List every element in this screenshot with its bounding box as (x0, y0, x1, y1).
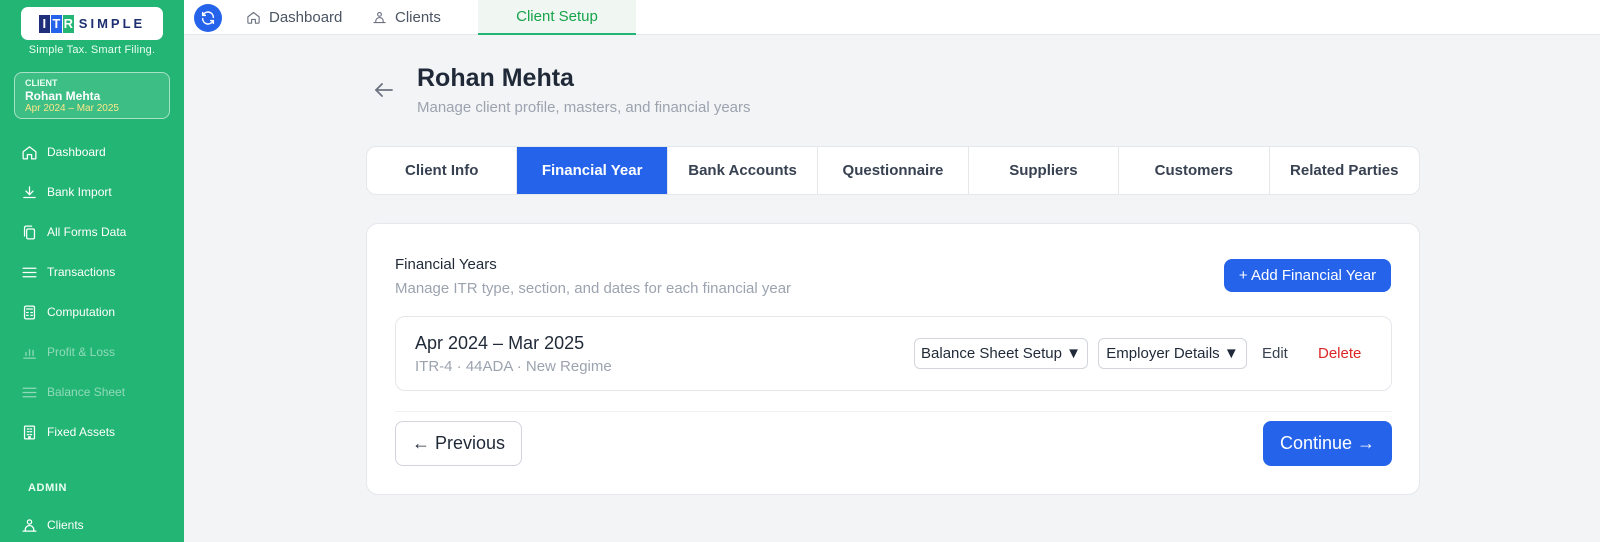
logo-letter-i: I (38, 14, 50, 33)
financial-year-row: Apr 2024 – Mar 2025 ITR-4 · 44ADA · New … (395, 316, 1392, 391)
top-tab-dashboard[interactable]: Dashboard (246, 0, 342, 35)
divider (395, 411, 1392, 412)
calculator-icon (23, 304, 36, 320)
sidebar-item-label: Balance Sheet (47, 385, 126, 399)
client-card-label: CLIENT (25, 78, 58, 88)
sidebar-item-label: Dashboard (47, 145, 106, 159)
tab-bank-accounts[interactable]: Bank Accounts (668, 147, 819, 194)
tab-suppliers[interactable]: Suppliers (969, 147, 1120, 194)
section-subtitle: Manage ITR type, section, and dates for … (395, 280, 792, 297)
sidebar-item-clients[interactable]: Clients (0, 509, 184, 541)
list-icon (22, 267, 37, 277)
tab-related-parties[interactable]: Related Parties (1270, 147, 1419, 194)
list-icon (22, 387, 37, 397)
balance-sheet-setup-dropdown[interactable]: Balance Sheet Setup ▼ (914, 338, 1088, 369)
tab-customers[interactable]: Customers (1119, 147, 1270, 194)
financial-year-period: Apr 2024 – Mar 2025 (415, 333, 585, 353)
financial-years-card: Financial Years Manage ITR type, section… (366, 223, 1420, 495)
sidebar-item-all-forms-data[interactable]: All Forms Data (0, 216, 184, 248)
brand-tagline: Simple Tax. Smart Filing. (28, 44, 156, 56)
previous-button[interactable]: ← Previous (395, 421, 522, 466)
client-card-name: Rohan Mehta (25, 89, 101, 103)
top-tab-label: Client Setup (516, 8, 598, 25)
users-icon (373, 11, 386, 24)
tab-client-info[interactable]: Client Info (367, 147, 518, 194)
sidebar: I T R SIMPLE Simple Tax. Smart Filing. C… (0, 0, 184, 542)
section-title: Financial Years (395, 256, 497, 273)
edit-button[interactable]: Edit (1262, 345, 1288, 362)
logo-letter-t: T (50, 14, 62, 33)
client-card-period: Apr 2024 – Mar 2025 (25, 103, 119, 114)
refresh-icon (201, 11, 215, 25)
client-card[interactable]: CLIENT Rohan Mehta Apr 2024 – Mar 2025 (14, 72, 170, 119)
tab-questionnaire[interactable]: Questionnaire (818, 147, 969, 194)
chart-icon (23, 348, 36, 359)
back-button[interactable] (372, 78, 396, 102)
top-tab-client-setup[interactable]: Client Setup (478, 0, 636, 35)
sidebar-item-transactions[interactable]: Transactions (0, 256, 184, 288)
sidebar-item-profit-loss[interactable]: Profit & Loss (0, 336, 184, 368)
sidebar-item-fixed-assets[interactable]: Fixed Assets (0, 416, 184, 448)
users-icon (22, 518, 37, 532)
delete-button[interactable]: Delete (1318, 345, 1361, 362)
financial-year-meta: ITR-4 · 44ADA · New Regime (415, 358, 612, 375)
logo-word: SIMPLE (78, 16, 146, 31)
tab-financial-year[interactable]: Financial Year (517, 147, 668, 194)
sidebar-item-label: Transactions (47, 265, 116, 279)
sidebar-item-label: Profit & Loss (47, 345, 116, 359)
sidebar-item-label: Fixed Assets (47, 425, 116, 439)
home-icon (247, 11, 260, 24)
sidebar-item-balance-sheet[interactable]: Balance Sheet (0, 376, 184, 408)
sidebar-item-label: Bank Import (47, 185, 112, 199)
download-icon (23, 185, 36, 198)
employer-details-dropdown[interactable]: Employer Details ▼ (1098, 338, 1247, 369)
sidebar-item-dashboard[interactable]: Dashboard (0, 136, 184, 168)
page-title: Rohan Mehta (417, 64, 574, 92)
top-tab-clients[interactable]: Clients (372, 0, 441, 35)
brand-logo[interactable]: I T R SIMPLE (21, 7, 163, 40)
sidebar-item-bank-import[interactable]: Bank Import (0, 176, 184, 208)
top-tab-label: Dashboard (269, 9, 343, 26)
building-icon (23, 424, 36, 440)
arrow-left-icon (375, 83, 393, 97)
page-subtitle: Manage client profile, masters, and fina… (417, 99, 751, 116)
sidebar-item-label: All Forms Data (47, 225, 127, 239)
continue-button[interactable]: Continue → (1263, 421, 1392, 466)
top-bar: Dashboard Clients Client Setup (184, 0, 1600, 35)
admin-section-label: ADMIN (28, 482, 68, 494)
logo-letter-r: R (62, 14, 74, 33)
refresh-button[interactable] (194, 4, 222, 32)
sidebar-item-label: Computation (47, 305, 116, 319)
sidebar-item-label: Clients (47, 518, 84, 532)
sidebar-item-computation[interactable]: Computation (0, 296, 184, 328)
add-financial-year-button[interactable]: + Add Financial Year (1224, 259, 1391, 292)
copy-icon (23, 224, 36, 240)
top-tab-label: Clients (395, 9, 441, 26)
home-icon (22, 145, 37, 160)
setup-tabs: Client Info Financial Year Bank Accounts… (366, 146, 1420, 195)
